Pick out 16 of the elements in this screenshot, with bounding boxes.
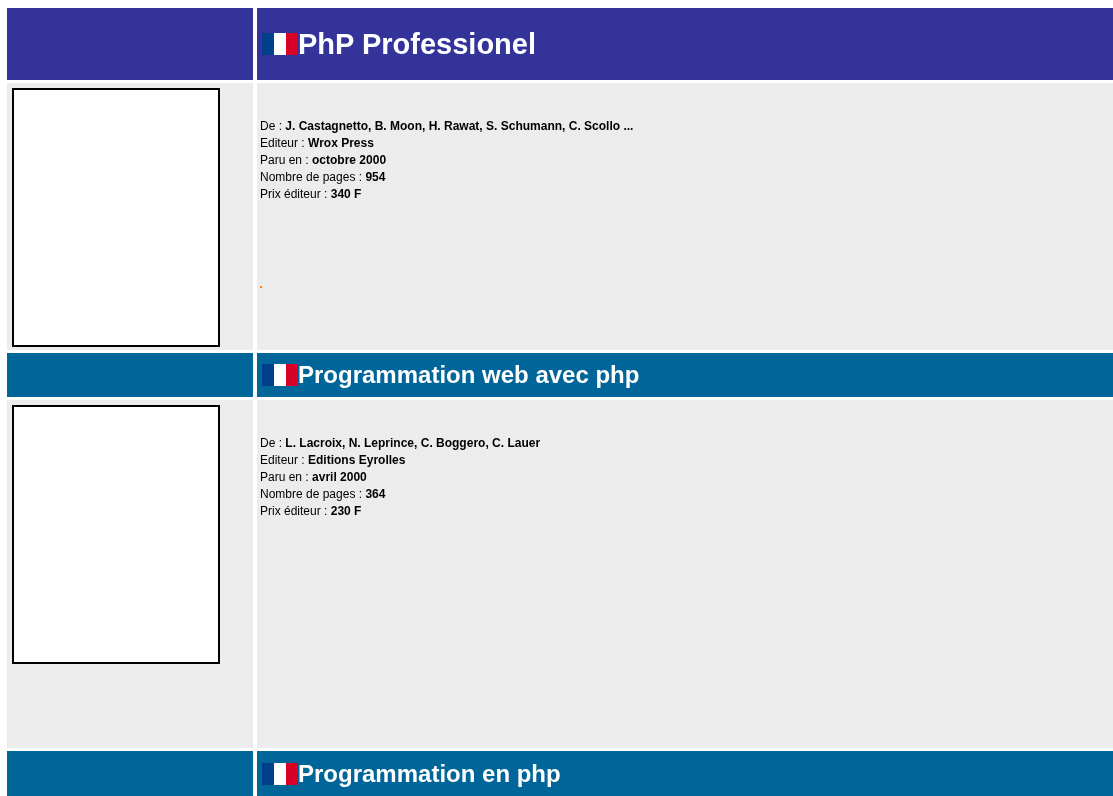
- detail-line: Nombre de pages : 364: [260, 486, 387, 504]
- book-title: PhP Professionel: [298, 29, 536, 59]
- detail-line: Prix éditeur : 230 F: [260, 503, 363, 521]
- detail-line: Prix éditeur : 340 F: [260, 186, 363, 204]
- detail-line: De : J. Castagnetto, B. Moon, H. Rawat, S. Schumann, C. Scollo ...: [260, 118, 635, 136]
- flag-icon: [262, 762, 298, 785]
- flag-icon: [262, 363, 298, 386]
- detail-line: Editeur : Wrox Press: [260, 135, 375, 153]
- book-title: Programmation web avec php: [298, 362, 640, 387]
- detail-line: De : L. Lacroix, N. Leprince, C. Boggero, C. Lauer: [260, 435, 542, 453]
- detail-line: Paru en : avril 2000: [260, 469, 368, 487]
- book-title: Programmation en php: [298, 761, 561, 786]
- detail-line: Editeur : Editions Eyrolles: [260, 452, 407, 470]
- detail-line: Paru en : octobre 2000: [260, 152, 388, 170]
- flag-icon: [262, 33, 298, 56]
- detail-line: Nombre de pages : 954: [260, 169, 387, 187]
